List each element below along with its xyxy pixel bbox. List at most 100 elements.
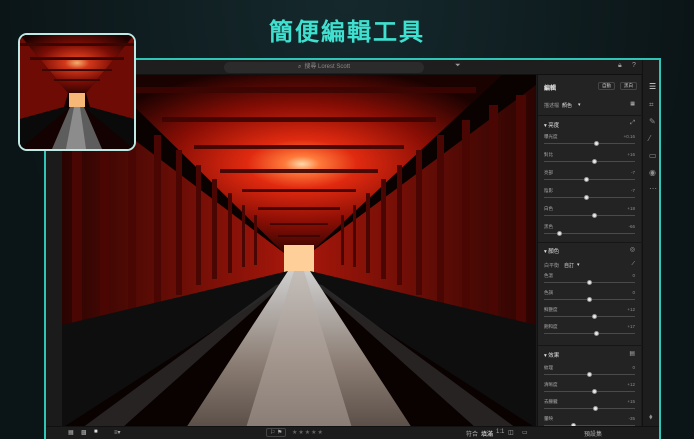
slider-knob[interactable] [592,389,598,394]
edit-panel: 編輯 自動 黑白 描述檔 顏色 ▾ ▦ ▾ 亮度 ⤢ 曝光度 +0.16 對比 +16… [537,75,641,428]
slider-track[interactable] [544,280,635,285]
wb-dropdown[interactable]: 自訂 [564,262,574,269]
bottom-toolbar: ▦ ▩ ■ ≡▾ ⚐ ⚑ ★★★★★ 符合 填滿 1:1 ◫ ▭ 預設集 [46,426,659,439]
fit-zoom-button[interactable]: 符合 [466,429,478,438]
slider-value[interactable]: +15 [627,399,635,404]
profile-grid-icon[interactable]: ▦ [630,101,635,107]
slider-track[interactable] [544,389,635,394]
before-after-icon[interactable]: ▭ [522,429,528,436]
sort-icon[interactable]: ≡▾ [114,429,121,436]
editor-window: ⌕搜尋 Lorest Scott ⏷ 🔒︎ ? ☁ [44,58,661,439]
panel-title: 編輯 [544,86,557,92]
thumbnail-photo [20,35,134,149]
slider-knob[interactable] [593,406,599,411]
search-placeholder: 搜尋 Lorest Scott [304,64,351,70]
tag-icon[interactable]: ⬧ [649,412,653,422]
auto-button[interactable]: 自動 [598,82,615,90]
slider-label: 紋理 [544,365,553,370]
filter-icon[interactable]: ⏷ [455,62,461,70]
star-rating[interactable]: ★★★★★ [292,429,324,436]
slider-knob[interactable] [587,280,592,285]
slider-knob[interactable] [594,331,600,336]
slider-track[interactable] [544,297,635,302]
profile-label: 描述檔 [544,103,560,109]
gradient-icon[interactable]: ▭ [649,151,657,160]
slider-value[interactable]: 0 [632,273,635,278]
slider-knob[interactable] [592,314,598,319]
square-grid-icon[interactable]: ▩ [81,429,87,436]
slider-track[interactable] [544,372,635,377]
slider-label: 陰影 [544,188,553,193]
brush-icon[interactable]: ⁄ [649,134,650,143]
slider-knob[interactable] [587,372,592,377]
wb-label: 白平衡 [544,263,560,269]
slider-track[interactable] [544,231,635,236]
crop-icon[interactable]: ⌗ [649,100,654,110]
light-curve-icon[interactable]: ⤢ [630,120,635,127]
slider-value[interactable]: -35 [628,416,635,421]
slider-label: 暈映 [544,416,553,421]
section-effects-label: 效果 [548,353,560,359]
grid-view-icon[interactable]: ▦ [68,429,74,436]
tool-rail: ☰ ⌗ ✎ ⁄ ▭ ◉ ⋯ ⬧ ⓘ [642,60,659,439]
more-icon[interactable]: ⋯ [649,184,657,193]
help-icon[interactable]: ? [632,62,636,69]
slider-knob[interactable] [592,213,598,218]
flag-toggle[interactable]: ⚐ ⚑ [266,428,287,437]
top-toolbar: ⌕搜尋 Lorest Scott ⏷ 🔒︎ ? ☁ [46,60,659,75]
slider-knob[interactable] [594,141,600,146]
slider-value[interactable]: -7 [631,188,635,193]
slider-track[interactable] [544,177,635,182]
eyedropper-icon[interactable]: ⟋ [631,261,635,267]
slider-track[interactable] [544,141,635,146]
slider-value[interactable]: +17 [627,324,635,329]
section-color-title[interactable]: ▾ 顏色 [544,247,559,255]
slider-track[interactable] [544,213,635,218]
slider-knob[interactable] [587,297,592,302]
slider-label: 色溫 [544,273,553,278]
slider-value[interactable]: +0.16 [624,134,635,139]
slider-track[interactable] [544,314,635,319]
slider-track[interactable] [544,331,635,336]
section-effects-title[interactable]: ▾ 效果 [544,351,559,359]
slider-label: 色調 [544,290,553,295]
slider-label: 白色 [544,206,553,211]
presets-button[interactable]: 預設集 [584,429,602,438]
radial-icon[interactable]: ◉ [649,168,656,177]
ratio-zoom-button[interactable]: 1:1 [496,429,504,435]
slider-value[interactable]: +12 [627,382,635,387]
effects-icon[interactable]: ▤ [629,350,635,357]
slider-value[interactable]: -7 [631,170,635,175]
edit-sliders-icon[interactable]: ☰ [649,82,656,91]
slider-label: 黑色 [544,224,553,229]
fill-zoom-button[interactable]: 填滿 [481,429,493,438]
slider-label: 鮮艷度 [544,307,558,312]
section-color-label: 顏色 [548,249,560,255]
slider-value[interactable]: 0 [632,365,635,370]
slider-value[interactable]: +12 [627,307,635,312]
slider-track[interactable] [544,406,635,411]
slider-knob[interactable] [556,231,562,236]
lock-icon[interactable]: 🔒︎ [618,62,622,70]
slider-knob[interactable] [584,195,590,200]
healing-icon[interactable]: ✎ [649,117,656,126]
single-view-icon[interactable]: ■ [94,429,98,435]
slider-value[interactable]: +18 [627,206,635,211]
color-mixer-icon[interactable]: ◎ [630,246,635,253]
slider-label: 飽和度 [544,324,558,329]
bw-button[interactable]: 黑白 [620,82,637,90]
chevron-down-icon: ▾ [577,262,580,268]
profile-dropdown[interactable]: 顏色 [562,102,572,109]
chevron-down-icon: ▾ [578,102,581,108]
compare-icon[interactable]: ◫ [508,429,514,436]
slider-value[interactable]: -66 [628,224,635,229]
search-field[interactable]: ⌕ 搜尋 Lorest Scott [224,62,424,73]
slider-value[interactable]: +16 [627,152,635,157]
slider-knob[interactable] [584,177,590,182]
slider-value[interactable]: 0 [632,290,635,295]
section-light-title[interactable]: ▾ 亮度 [544,121,559,129]
slider-knob[interactable] [591,159,597,164]
slider-track[interactable] [544,159,635,164]
slider-track[interactable] [544,195,635,200]
divider [538,345,641,346]
